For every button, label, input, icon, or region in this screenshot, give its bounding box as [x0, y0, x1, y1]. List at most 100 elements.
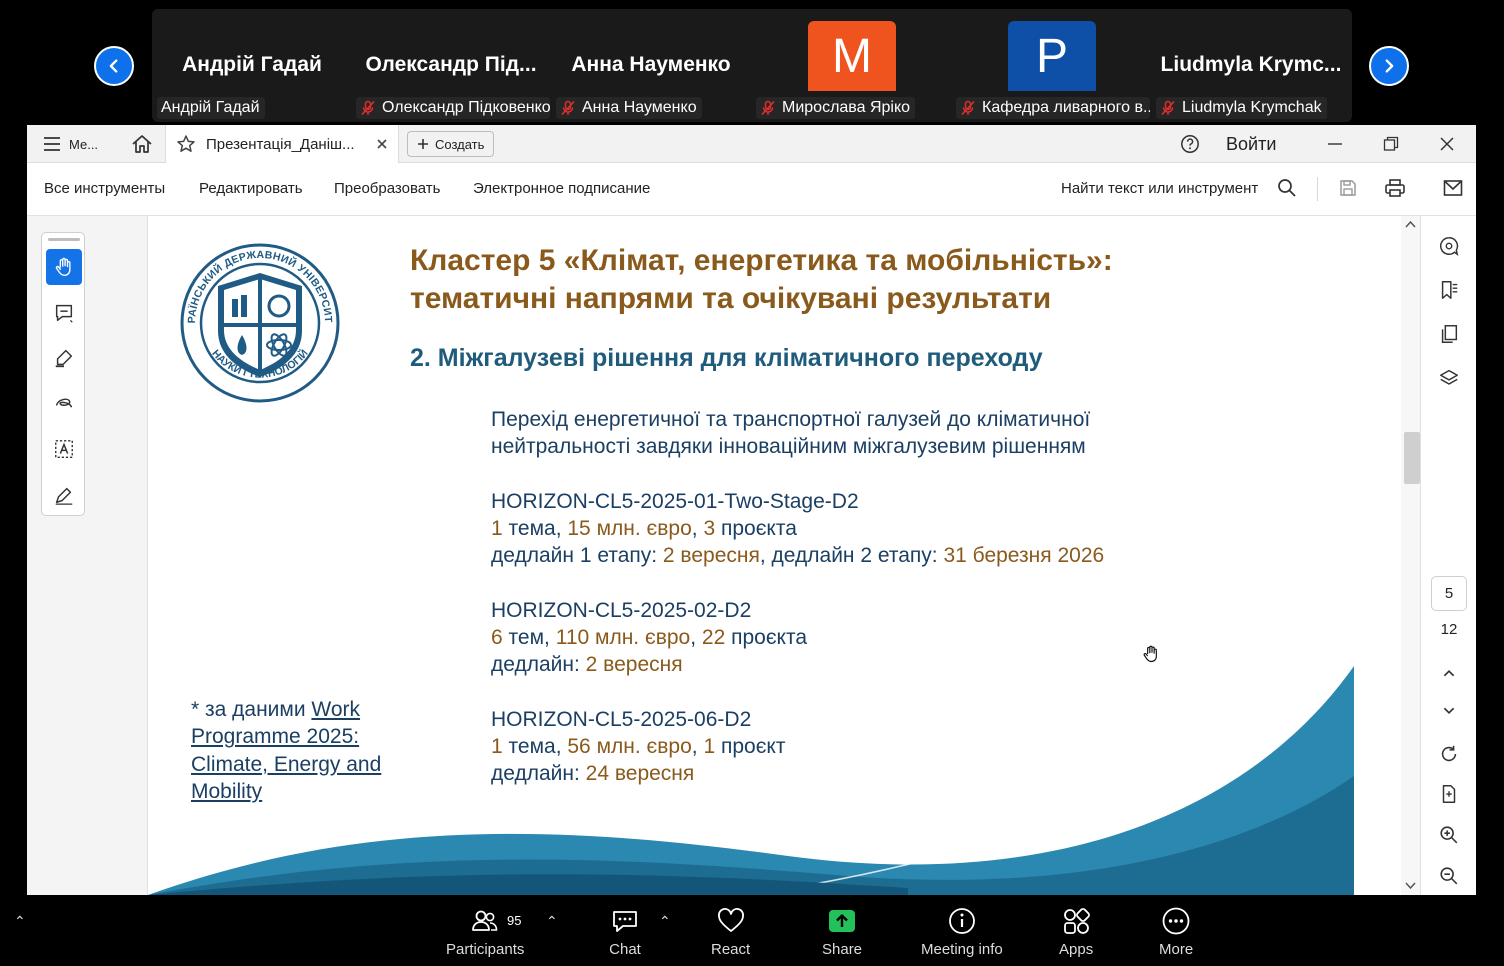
zoom-in-button[interactable] [1435, 821, 1463, 849]
strip-next-arrow[interactable] [1369, 46, 1409, 86]
create-button[interactable]: Создать [407, 131, 495, 157]
participant-strip: Андрій Гадай Андрій Гадай Олександр Під.… [0, 0, 1504, 125]
page-settings-icon [1442, 785, 1456, 803]
ai-assistant-button[interactable] [1435, 232, 1463, 260]
highlight-tool[interactable] [46, 340, 82, 376]
chevron-right-icon [1385, 59, 1394, 73]
hand-icon [55, 257, 71, 276]
document-tab[interactable]: Презентація_Даніш... [165, 125, 399, 163]
call-code: HORIZON-CL5-2025-02-D2 [491, 599, 752, 622]
print-button[interactable] [1384, 178, 1406, 198]
participant-tile[interactable]: Андрій Гадай Андрій Гадай [153, 9, 351, 122]
text-tool[interactable] [46, 431, 82, 467]
meeting-info-button[interactable]: Meeting info [921, 905, 1003, 958]
chat-icon [609, 905, 641, 937]
scrollbar-thumb[interactable] [1404, 432, 1420, 484]
react-label: React [711, 941, 751, 958]
menu-esign[interactable]: Электронное подписание [473, 180, 650, 197]
layers-button[interactable] [1435, 364, 1463, 392]
participant-name: Кафедра ливарного в... [982, 99, 1150, 116]
hand-tool[interactable] [46, 249, 82, 285]
participant-tile[interactable]: Liudmyla Krymc... Liudmyla Krymchak [1152, 9, 1350, 122]
quick-tools-panel [41, 232, 85, 516]
home-button[interactable] [131, 125, 153, 163]
email-button[interactable] [1443, 179, 1463, 197]
minimize-button[interactable] [1327, 125, 1343, 163]
call-code: HORIZON-CL5-2025-01-Two-Stage-D2 [491, 490, 859, 513]
work-programme-link[interactable]: Climate, Energy and [191, 751, 381, 778]
participant-name-large: Liudmyla Krymc... [1160, 53, 1342, 76]
comment-icon [55, 304, 73, 323]
budget: 110 млн. євро [555, 626, 691, 649]
projects-count: 1 [703, 735, 716, 758]
star-icon[interactable] [176, 134, 196, 154]
scroll-down-arrow-icon[interactable] [1405, 882, 1416, 890]
work-programme-link[interactable]: Work [311, 698, 360, 721]
chat-button[interactable]: Chat [609, 905, 641, 958]
bookmarks-button[interactable] [1435, 276, 1463, 304]
intro-line-2: нейтральності завдяки інноваційним міжга… [491, 435, 1086, 458]
work-programme-link[interactable]: Mobility [191, 778, 381, 805]
projects-count: 22 [701, 626, 726, 649]
panel-grip[interactable] [48, 238, 80, 241]
document-tab-title: Презентація_Даніш... [206, 135, 355, 153]
chat-label: Chat [609, 941, 641, 958]
menu-all-tools[interactable]: Все инструменты [44, 180, 165, 197]
search-button[interactable] [1277, 178, 1297, 198]
participant-name-label: Олександр Підковенко [356, 97, 550, 119]
projects-word: проєкт [715, 735, 786, 758]
chat-options-caret[interactable]: ⌃ [659, 913, 671, 930]
close-window-button[interactable] [1439, 125, 1455, 163]
save-button[interactable] [1338, 178, 1358, 198]
vertical-scrollbar[interactable] [1401, 216, 1420, 895]
previous-page-button[interactable] [1435, 659, 1463, 687]
more-button[interactable]: More [1159, 905, 1193, 958]
participant-tile[interactable]: P Кафедра ливарного в... [952, 9, 1150, 122]
participants-count: 95 [507, 913, 522, 928]
scroll-up-arrow-icon[interactable] [1405, 220, 1416, 228]
participant-tile[interactable]: Анна Науменко Анна Науменко [552, 9, 750, 122]
restore-button[interactable] [1383, 125, 1399, 163]
sign-tool[interactable] [46, 477, 82, 513]
participant-tile[interactable]: M Мирослава Яріко [752, 9, 950, 122]
help-icon [1181, 135, 1199, 153]
menu-convert[interactable]: Преобразовать [334, 180, 440, 197]
strip-prev-arrow[interactable] [94, 46, 134, 86]
mic-muted-icon [1160, 100, 1176, 116]
help-button[interactable] [1180, 125, 1200, 163]
comment-tool[interactable] [46, 295, 82, 331]
participants-label: Participants [446, 941, 525, 958]
signin-button[interactable]: Войти [1226, 125, 1276, 163]
menu-button[interactable]: Ме... [43, 125, 98, 163]
participant-tile[interactable]: Олександр Під... Олександр Підковенко [352, 9, 550, 122]
heart-icon [715, 905, 747, 937]
zoom-out-icon [1440, 867, 1458, 885]
extract-page-button[interactable] [1435, 780, 1463, 808]
draw-tool[interactable] [46, 385, 82, 421]
work-programme-link[interactable]: Programme 2025: [191, 723, 381, 750]
page-thumbnails-button[interactable] [1435, 320, 1463, 348]
current-page-input[interactable]: 5 [1431, 576, 1467, 611]
rotate-button[interactable] [1435, 740, 1463, 768]
react-button[interactable]: React [711, 905, 750, 958]
zoom-out-button[interactable] [1435, 862, 1463, 890]
next-page-button[interactable] [1435, 697, 1463, 725]
chevron-up-icon[interactable]: ⌃ [14, 913, 26, 930]
share-button[interactable]: Share [822, 905, 862, 958]
deadline-value: 2 вересня [585, 653, 683, 676]
title-tab-bar: Ме... Презентація_Даніш... Создать Войти [27, 125, 1476, 163]
save-icon [1340, 180, 1356, 196]
call-deadline-line: дедлайн: 24 вересня [491, 760, 694, 787]
apps-button[interactable]: Apps [1059, 905, 1093, 958]
apps-icon [1060, 905, 1092, 937]
bookmark-icon [1441, 281, 1458, 299]
menu-edit[interactable]: Редактировать [199, 180, 303, 197]
participant-name-large: Анна Науменко [571, 53, 731, 76]
topics-count: 6 [491, 626, 503, 649]
minimize-icon [1328, 143, 1342, 145]
participants-options-caret[interactable]: ⌃ [546, 913, 558, 930]
close-tab-icon[interactable] [376, 138, 388, 150]
plus-icon [418, 139, 428, 149]
projects-word: проєкта [725, 626, 808, 649]
find-text-or-tool[interactable]: Найти текст или инструмент [1061, 180, 1258, 197]
